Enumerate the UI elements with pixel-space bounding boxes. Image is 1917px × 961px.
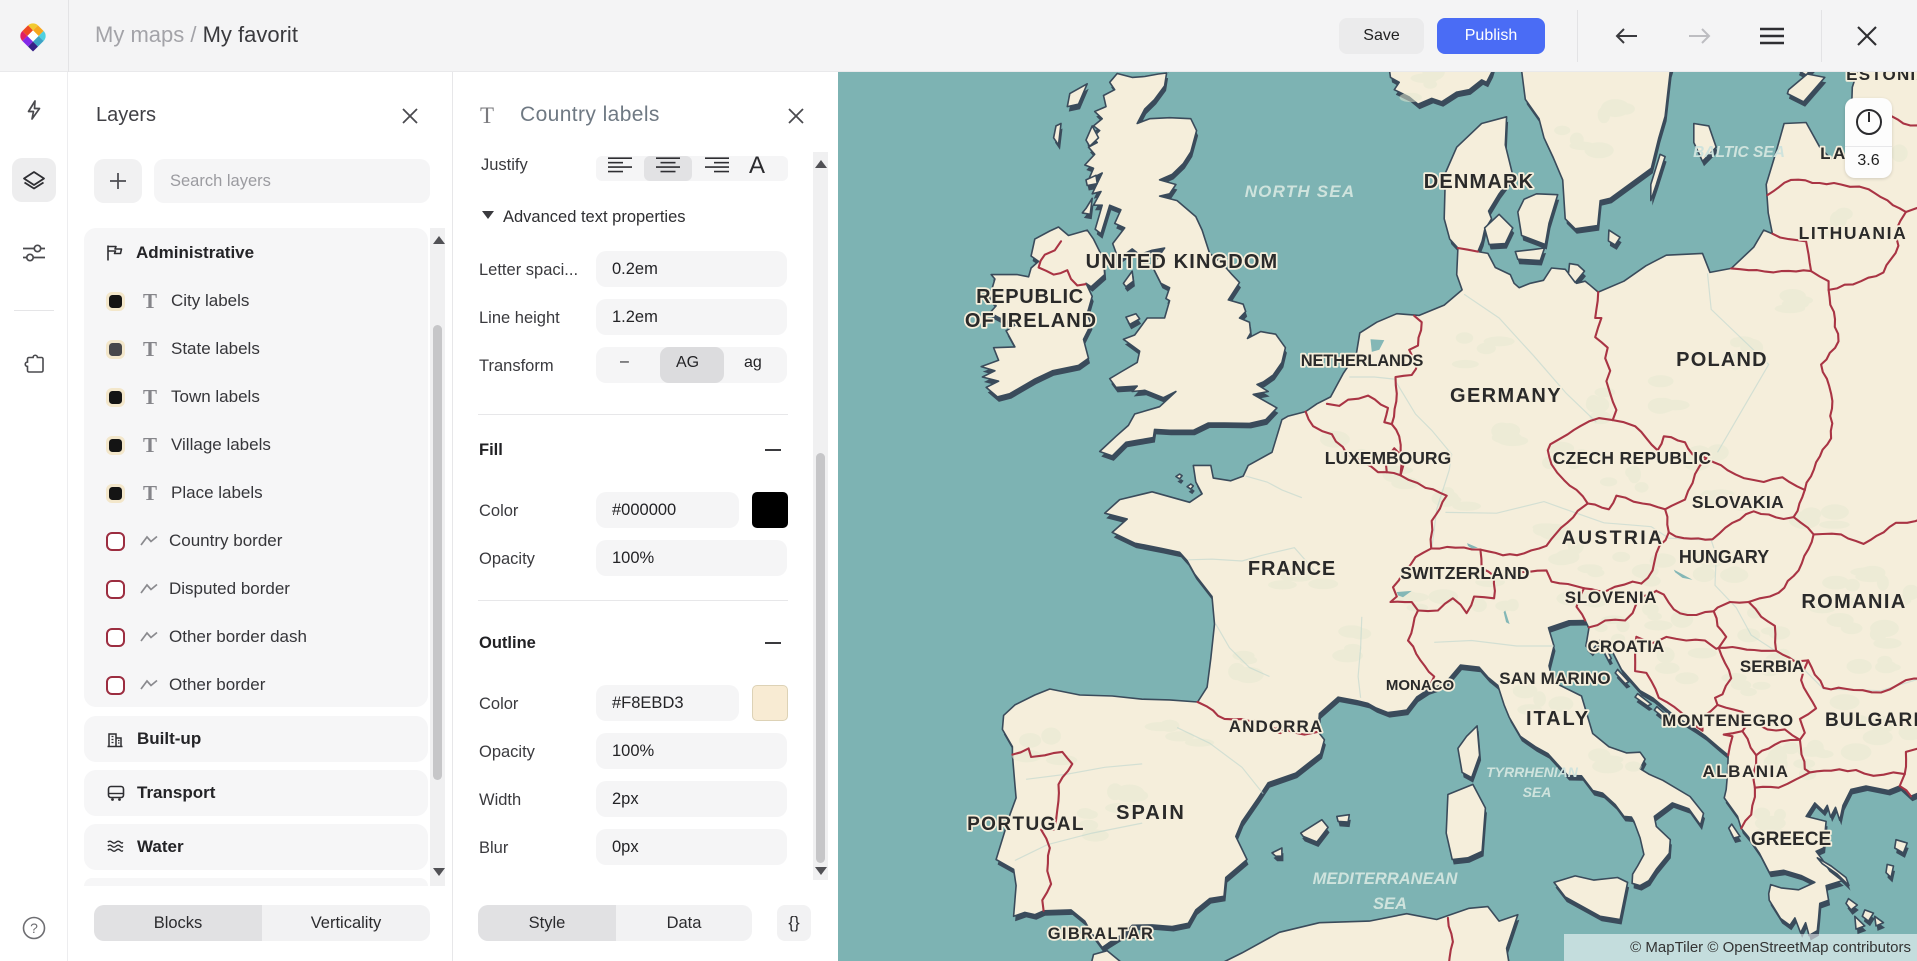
svg-text:REPUBLIC: REPUBLIC <box>976 286 1084 308</box>
svg-text:SERBIA: SERBIA <box>1740 657 1804 676</box>
svg-text:ITALY: ITALY <box>1526 708 1590 730</box>
svg-text:FRANCE: FRANCE <box>1248 558 1336 580</box>
svg-text:ANDORRA: ANDORRA <box>1229 717 1324 736</box>
svg-text:SPAIN: SPAIN <box>1116 802 1186 824</box>
svg-text:SEA: SEA <box>1373 895 1407 913</box>
svg-text:GREECE: GREECE <box>1751 829 1831 850</box>
svg-text:SLOVAKIA: SLOVAKIA <box>1692 492 1784 512</box>
svg-text:UNITED KINGDOM: UNITED KINGDOM <box>1086 251 1279 273</box>
svg-text:NETHERLANDS: NETHERLANDS <box>1301 352 1424 370</box>
svg-text:SLOVENIA: SLOVENIA <box>1565 588 1658 607</box>
svg-text:GIBRALTAR: GIBRALTAR <box>1048 925 1154 943</box>
svg-text:ROMANIA: ROMANIA <box>1801 591 1906 613</box>
svg-text:MONTENEGRO: MONTENEGRO <box>1662 711 1794 730</box>
svg-text:LA: LA <box>1820 144 1848 163</box>
svg-text:NORTH SEA: NORTH SEA <box>1245 182 1356 201</box>
svg-text:CROATIA: CROATIA <box>1588 637 1665 656</box>
svg-text:PORTUGAL: PORTUGAL <box>967 814 1085 835</box>
svg-text:LITHUANIA: LITHUANIA <box>1799 223 1908 243</box>
svg-text:TYRRHENIAN: TYRRHENIAN <box>1486 764 1579 780</box>
svg-text:AUSTRIA: AUSTRIA <box>1562 527 1665 549</box>
svg-text:POLAND: POLAND <box>1676 349 1768 371</box>
svg-text:GERMANY: GERMANY <box>1450 385 1562 407</box>
svg-text:HUNGARY: HUNGARY <box>1679 547 1769 567</box>
svg-text:MEDITERRANEAN: MEDITERRANEAN <box>1313 870 1459 888</box>
svg-text:?: ? <box>30 920 38 936</box>
svg-text:OF IRELAND: OF IRELAND <box>965 310 1097 332</box>
svg-text:SEA: SEA <box>1523 784 1552 800</box>
svg-text:BULGARIA: BULGARIA <box>1825 710 1917 731</box>
svg-text:ESTONIA: ESTONIA <box>1846 72 1917 84</box>
svg-text:MONACO: MONACO <box>1386 677 1455 694</box>
svg-text:SWITZERLAND: SWITZERLAND <box>1400 563 1530 583</box>
svg-text:SAN MARINO: SAN MARINO <box>1499 669 1611 688</box>
svg-text:BALTIC SEA: BALTIC SEA <box>1693 144 1785 161</box>
svg-text:ALBANIA: ALBANIA <box>1703 762 1790 781</box>
svg-text:DENMARK: DENMARK <box>1424 171 1535 193</box>
svg-text:CZECH REPUBLIC: CZECH REPUBLIC <box>1553 448 1712 468</box>
svg-text:LUXEMBOURG: LUXEMBOURG <box>1325 448 1451 468</box>
